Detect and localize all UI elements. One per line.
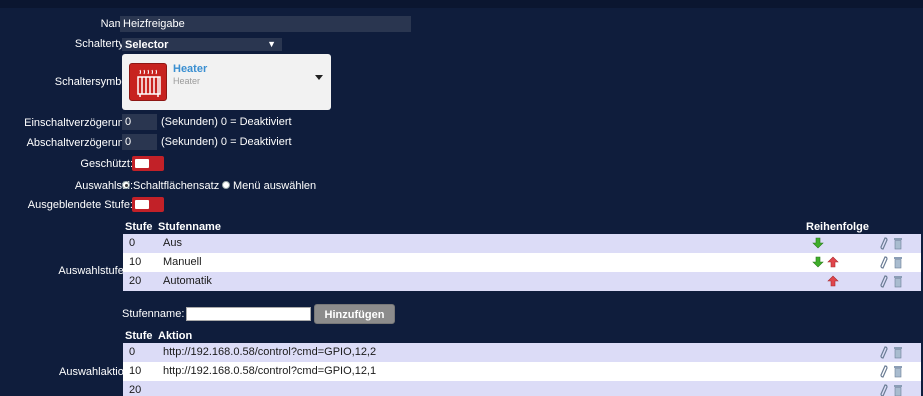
actions-row: 0 http://192.168.0.58/control?cmd=GPIO,1… [123, 343, 921, 362]
trash-icon[interactable] [893, 365, 903, 378]
actions-row: 20 [123, 381, 921, 396]
pencil-icon[interactable] [879, 384, 889, 396]
einschalt-value: 0 [125, 116, 132, 128]
level-name: Aus [163, 237, 182, 249]
actions-row: 10 http://192.168.0.58/control?cmd=GPIO,… [123, 362, 921, 381]
levels-row: 10 Manuell [123, 253, 921, 272]
radio-schaltflaechensatz[interactable] [122, 181, 130, 189]
levels-row: 0 Aus [123, 234, 921, 253]
trash-icon[interactable] [893, 256, 903, 269]
pencil-icon[interactable] [879, 346, 889, 359]
geschuetzt-label: Geschützt: [80, 158, 133, 170]
levels-col-name: Stufenname [158, 221, 221, 233]
trash-icon[interactable] [893, 346, 903, 359]
arrow-up-icon[interactable] [827, 275, 839, 287]
level-stufe: 0 [129, 237, 136, 249]
actions-section-label: Auswahlaktion: [59, 366, 133, 378]
arrow-up-icon[interactable] [827, 256, 839, 268]
action-stufe: 0 [129, 346, 136, 358]
action-url: http://192.168.0.58/control?cmd=GPIO,12,… [163, 365, 377, 377]
action-stufe: 20 [129, 384, 142, 396]
geschuetzt-toggle[interactable] [132, 156, 164, 171]
einschalt-label: Einschaltverzögerung: [24, 117, 133, 129]
ausgeblendete-label: Ausgeblendete Stufe: [27, 199, 133, 211]
action-url: http://192.168.0.58/control?cmd=GPIO,12,… [163, 346, 377, 358]
action-stufe: 10 [129, 365, 142, 377]
stufenname-label: Stufenname: [122, 308, 185, 320]
trash-icon[interactable] [893, 237, 903, 250]
auswahlstil-option1: Schaltflächensatz [133, 180, 220, 192]
heater-icon [129, 63, 167, 101]
actions-col-stufe: Stufe [125, 330, 153, 342]
abschalt-hint: (Sekunden) 0 = Deaktiviert [161, 136, 292, 148]
einschalt-hint: (Sekunden) 0 = Deaktiviert [161, 116, 292, 128]
ausgeblendete-toggle[interactable] [132, 197, 164, 212]
chevron-down-icon: ▼ [267, 39, 276, 49]
arrow-down-icon[interactable] [812, 256, 824, 268]
schaltertyp-select[interactable]: Selector ▼ [122, 38, 282, 51]
abschalt-label: Abschaltverzögerung: [26, 137, 133, 149]
caret-down-icon[interactable] [315, 75, 323, 80]
levels-section-label: Auswahlstufen: [58, 265, 133, 277]
level-stufe: 20 [129, 275, 142, 287]
level-name: Automatik [163, 275, 212, 287]
abschalt-value: 0 [125, 136, 132, 148]
symbol-subtitle: Heater [173, 76, 201, 86]
add-level-button[interactable]: Hinzufügen [314, 304, 395, 324]
name-value: Heizfreigabe [123, 18, 185, 30]
top-band [0, 0, 923, 8]
levels-row: 20 Automatik [123, 272, 921, 291]
toggle-knob [135, 200, 149, 209]
pencil-icon[interactable] [879, 365, 889, 378]
arrow-down-icon[interactable] [812, 237, 824, 249]
pencil-icon[interactable] [879, 256, 889, 269]
trash-icon[interactable] [893, 275, 903, 288]
symbol-select[interactable]: Heater Heater [122, 54, 331, 110]
einschalt-input[interactable]: 0 [122, 114, 157, 130]
pencil-icon[interactable] [879, 237, 889, 250]
pencil-icon[interactable] [879, 275, 889, 288]
toggle-knob [135, 159, 149, 168]
level-stufe: 10 [129, 256, 142, 268]
stufenname-input[interactable] [186, 307, 311, 321]
symbol-title: Heater [173, 63, 208, 75]
levels-col-stufe: Stufe [125, 221, 153, 233]
abschalt-input[interactable]: 0 [122, 134, 157, 150]
schaltertyp-value: Selector [125, 39, 169, 51]
level-name: Manuell [163, 256, 202, 268]
name-input[interactable]: Heizfreigabe [120, 16, 411, 32]
radio-menue[interactable] [222, 181, 230, 189]
actions-col-action: Aktion [158, 330, 193, 342]
levels-col-order: Reihenfolge [806, 221, 869, 233]
trash-icon[interactable] [893, 384, 903, 396]
auswahlstil-option2: Menü auswählen [233, 180, 317, 192]
